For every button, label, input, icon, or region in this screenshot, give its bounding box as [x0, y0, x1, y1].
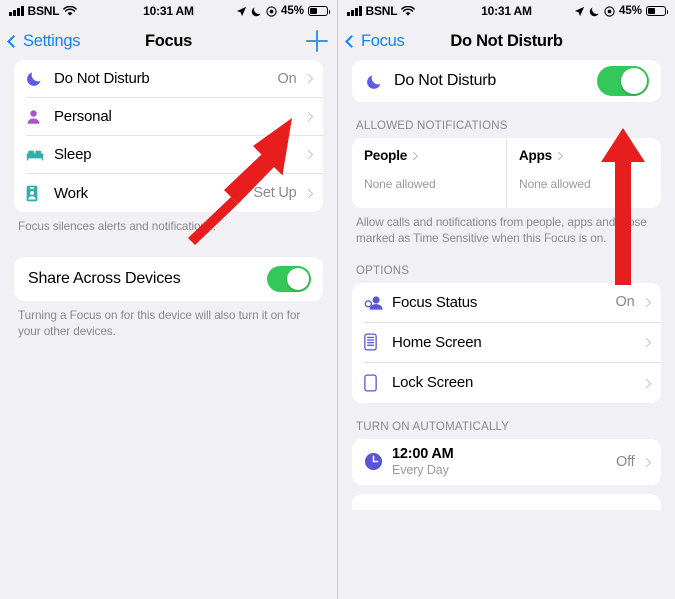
- battery-percent-label: 45%: [280, 5, 304, 17]
- battery-percent-label: 45%: [618, 5, 642, 17]
- options-row-lock-screen[interactable]: Lock Screen: [364, 363, 661, 403]
- moon-icon: [589, 6, 599, 16]
- chevron-right-icon: [303, 149, 313, 160]
- chevron-right-icon: [554, 151, 563, 160]
- schedule-time: 12:00 AM: [392, 446, 454, 463]
- focus-circle-icon: [604, 5, 615, 17]
- schedule-text-stack: 12:00 AM Every Day: [392, 446, 616, 477]
- back-button-label: Settings: [23, 31, 81, 50]
- schedule-value: Off: [616, 453, 635, 470]
- location-arrow-icon: [574, 6, 585, 16]
- allowed-notifications-card: People None allowed Apps None allowed: [352, 138, 661, 208]
- chevron-right-icon: [641, 457, 651, 467]
- options-row-label: Home Screen: [392, 333, 482, 351]
- moon-icon: [26, 70, 54, 87]
- allowed-people-title: People: [364, 148, 408, 163]
- share-across-devices-row[interactable]: Share Across Devices: [28, 257, 323, 301]
- battery-icon: [646, 6, 669, 16]
- back-button-focus[interactable]: Focus: [345, 31, 405, 51]
- allowed-people-subtitle: None allowed: [364, 177, 436, 191]
- share-footnote: Turning a Focus on for this device will …: [18, 307, 301, 338]
- status-bar-left: BSNL 10:31 AM 45%: [0, 0, 337, 22]
- focus-row-do-not-disturb[interactable]: Do Not Disturb On: [26, 60, 323, 98]
- next-card-partial[interactable]: [352, 493, 661, 510]
- chevron-left-icon: [7, 34, 20, 48]
- chevron-left-icon: [345, 34, 358, 48]
- focus-row-personal[interactable]: Personal: [26, 98, 323, 136]
- share-across-devices-label: Share Across Devices: [28, 269, 181, 287]
- home-screen-icon: [364, 333, 392, 351]
- schedule-repeat: Every Day: [392, 463, 449, 478]
- chevron-right-icon: [641, 378, 651, 388]
- focus-row-sleep[interactable]: Sleep: [26, 136, 323, 174]
- nav-bar-left: Settings Focus: [0, 22, 337, 60]
- allowed-apps-title-wrap: Apps: [519, 148, 649, 163]
- moon-icon: [366, 73, 394, 90]
- allowed-apps-column[interactable]: Apps None allowed: [506, 138, 661, 208]
- location-arrow-icon: [236, 6, 247, 16]
- allowed-people-column[interactable]: People None allowed: [352, 138, 506, 208]
- options-row-home-screen[interactable]: Home Screen: [364, 323, 661, 363]
- person-icon: [26, 109, 54, 125]
- bed-icon: [26, 148, 54, 161]
- share-across-devices-card: Share Across Devices: [14, 256, 323, 301]
- moon-icon: [251, 6, 261, 16]
- left-phone-screen: BSNL 10:31 AM 45% Settings Focus Do Not …: [0, 0, 337, 599]
- dnd-toggle[interactable]: [597, 66, 649, 96]
- focus-row-label: Do Not Disturb: [54, 70, 150, 87]
- left-content: Do Not Disturb On Personal Sleep Work Se…: [0, 60, 337, 340]
- allowed-apps-title: Apps: [519, 148, 552, 163]
- right-content: Do Not Disturb ALLOWED NOTIFICATIONS Peo…: [338, 60, 675, 510]
- allowed-apps-subtitle: None allowed: [519, 177, 591, 191]
- clock-icon: [364, 452, 392, 471]
- focus-row-label: Sleep: [54, 146, 92, 163]
- chevron-right-icon: [303, 73, 313, 84]
- allowed-people-title-wrap: People: [364, 148, 494, 163]
- lock-screen-icon: [364, 374, 392, 392]
- focus-status-icon: [364, 294, 392, 311]
- turn-on-automatically-card: 12:00 AM Every Day Off: [352, 438, 661, 485]
- chevron-right-icon: [641, 297, 651, 307]
- add-focus-button[interactable]: [306, 30, 328, 52]
- focus-row-label: Work: [54, 184, 88, 202]
- share-across-devices-toggle[interactable]: [267, 265, 311, 292]
- focus-row-value: Set Up: [253, 185, 297, 201]
- focus-list-card: Do Not Disturb On Personal Sleep Work Se…: [14, 60, 323, 212]
- allowed-notifications-header: ALLOWED NOTIFICATIONS: [356, 120, 508, 132]
- status-bar-right: BSNL 10:31 AM 45%: [338, 0, 675, 22]
- dnd-toggle-card: Do Not Disturb: [352, 60, 661, 102]
- chevron-right-icon: [641, 337, 651, 347]
- chevron-right-icon: [409, 151, 418, 160]
- focus-circle-icon: [266, 5, 277, 17]
- focus-row-value: On: [277, 70, 297, 87]
- options-header: OPTIONS: [356, 264, 410, 277]
- battery-icon: [308, 6, 331, 16]
- back-button-label: Focus: [361, 31, 405, 50]
- dnd-toggle-row[interactable]: Do Not Disturb: [366, 60, 661, 102]
- options-row-label: Focus Status: [392, 293, 478, 311]
- focus-footnote: Focus silences alerts and notifications.: [18, 219, 216, 233]
- focus-row-label: Personal: [54, 108, 112, 125]
- allowed-notifications-footnote: Allow calls and notifications from peopl…: [356, 215, 647, 245]
- options-row-focus-status[interactable]: Focus Status On: [364, 283, 661, 323]
- dual-screenshot: BSNL 10:31 AM 45% Settings Focus Do Not …: [0, 0, 675, 599]
- dnd-label: Do Not Disturb: [394, 72, 497, 89]
- options-card: Focus Status On Home Screen Lock Screen: [352, 282, 661, 403]
- nav-bar-right: Focus Do Not Disturb: [338, 22, 675, 60]
- chevron-right-icon: [303, 188, 313, 198]
- options-row-value: On: [615, 294, 635, 311]
- schedule-row[interactable]: 12:00 AM Every Day Off: [364, 439, 661, 485]
- right-phone-screen: BSNL 10:31 AM 45% Focus Do Not Disturb D…: [337, 0, 675, 599]
- badge-icon: [26, 185, 54, 202]
- back-button-settings[interactable]: Settings: [7, 31, 81, 51]
- turn-on-automatically-header: TURN ON AUTOMATICALLY: [356, 420, 510, 433]
- options-row-label: Lock Screen: [392, 374, 474, 392]
- focus-row-work[interactable]: Work Set Up: [26, 174, 323, 212]
- chevron-right-icon: [303, 111, 313, 122]
